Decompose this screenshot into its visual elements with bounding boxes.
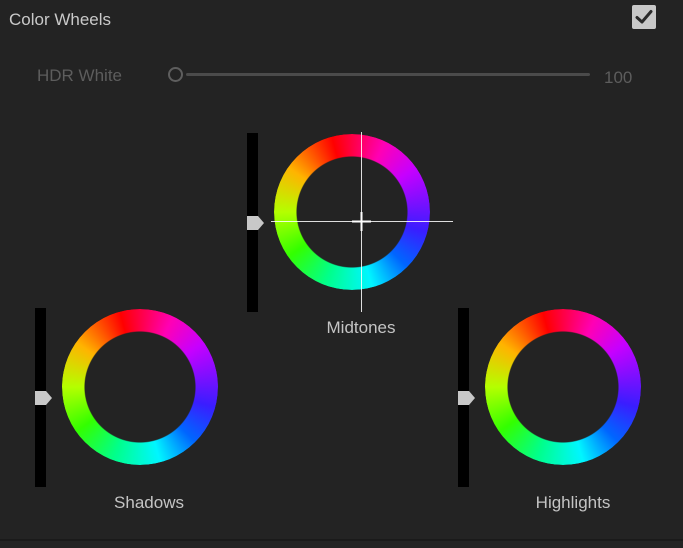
shadows-slider-handle[interactable] [35,391,52,405]
hdr-white-label: HDR White [37,66,123,85]
midtones-slider-handle[interactable] [247,216,264,230]
midtones-luminance-slider[interactable] [247,133,264,312]
highlights-color-wheel[interactable] [485,309,641,465]
checkmark-icon [635,10,653,24]
hdr-white-value: 100 [604,68,633,87]
midtones-label: Midtones [326,318,396,337]
highlights-slider-handle[interactable] [458,391,475,405]
shadows-luminance-slider[interactable] [35,308,52,487]
hdr-white-slider-track[interactable] [186,73,590,76]
hdr-white-slider-knob[interactable] [168,67,183,82]
panel-title: Color Wheels [9,10,112,29]
highlights-label: Highlights [535,493,611,512]
bottom-divider [0,539,683,541]
midtones-crosshair[interactable] [271,132,453,312]
shadows-color-wheel[interactable] [62,309,218,465]
highlights-luminance-slider[interactable] [458,308,475,487]
enable-checkbox[interactable] [632,5,656,29]
shadows-label: Shadows [114,493,184,512]
